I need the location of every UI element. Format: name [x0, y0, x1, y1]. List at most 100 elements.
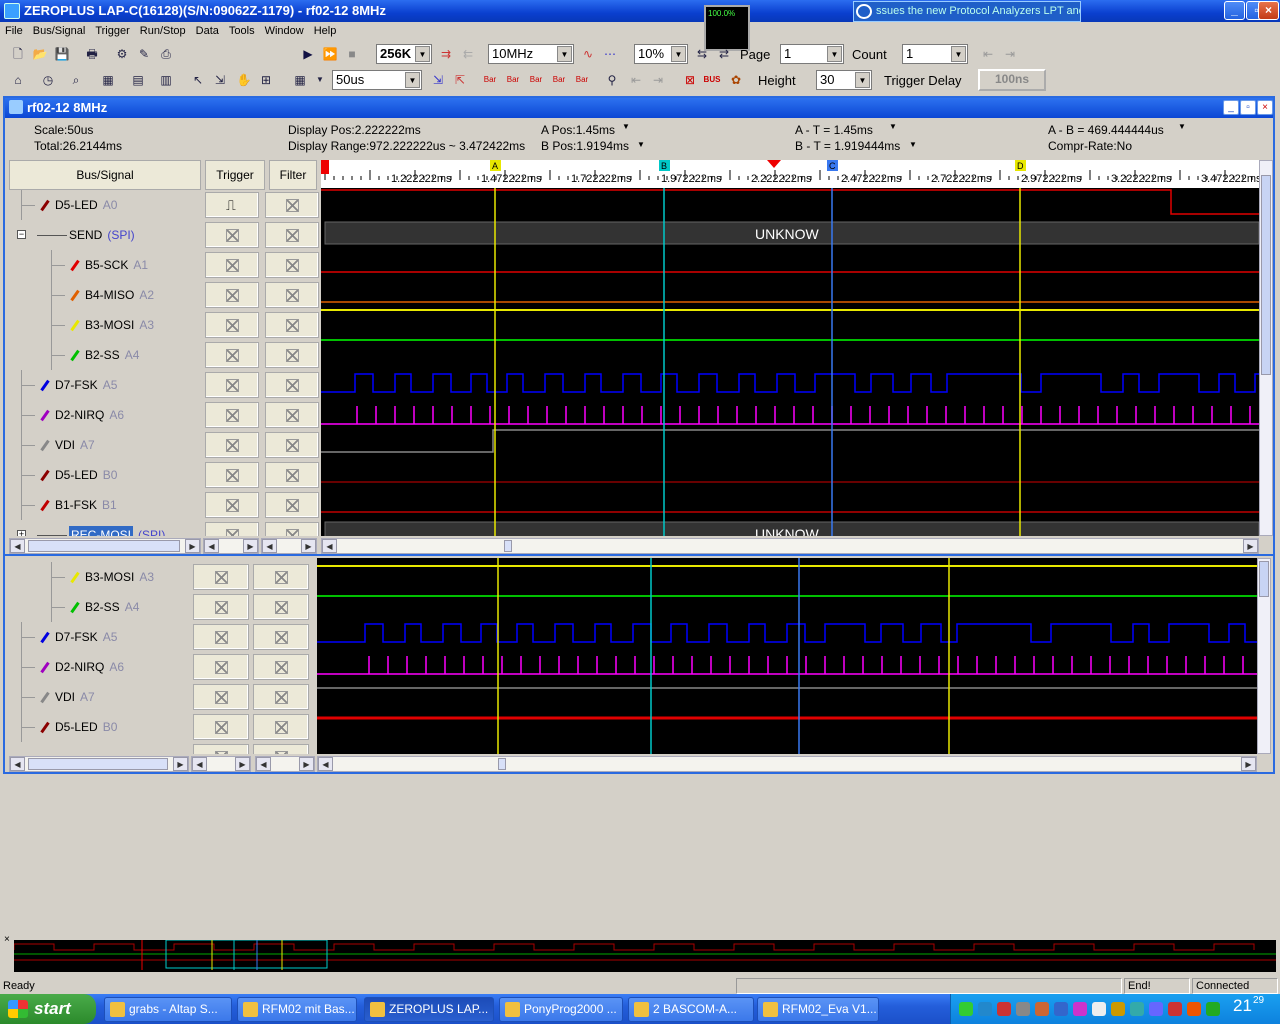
filter-cell[interactable]	[265, 492, 319, 518]
waveform-view-2[interactable]	[317, 558, 1257, 754]
signal-row[interactable]: B4-MISO A2	[9, 280, 199, 310]
signal-row[interactable]: D2-NIRQ A6	[9, 652, 193, 682]
trigger-cell[interactable]	[205, 402, 259, 428]
trigger-cell[interactable]	[193, 744, 249, 754]
signal-row[interactable]: B3-MOSI A3	[9, 562, 193, 592]
trigger-marker[interactable]	[321, 160, 329, 174]
expand-icon[interactable]: +	[17, 530, 26, 536]
overview-strip[interactable]: ×	[2, 932, 1278, 974]
tray-icon[interactable]	[1016, 1002, 1030, 1016]
tray-icon[interactable]	[1111, 1002, 1125, 1016]
filter-cell[interactable]	[265, 342, 319, 368]
signal-hscroll[interactable]: ◀ ▶	[9, 538, 201, 554]
bar-a-icon[interactable]: Bar	[503, 70, 523, 90]
signal-row[interactable]: VDI A7	[9, 682, 193, 712]
filter-cell[interactable]	[253, 624, 309, 650]
measure-icon[interactable]: ⊞	[256, 70, 276, 90]
run-repeat-icon[interactable]: ⏩	[320, 44, 340, 64]
run-icon[interactable]: ▶	[298, 44, 318, 64]
taskbar-item[interactable]: ZEROPLUS LAP...	[364, 997, 494, 1022]
trigger-cell[interactable]	[205, 462, 259, 488]
signal-row[interactable]: D5-LED A0	[9, 190, 199, 220]
waveform-hscroll-2[interactable]: ◀ ▶	[317, 756, 1257, 772]
page-next-icon[interactable]: ⇄	[714, 44, 734, 64]
trigger-delay-button[interactable]: 100ns	[978, 69, 1046, 91]
signal-row[interactable]: B2-SS A4	[9, 340, 199, 370]
doc-maximize-button[interactable]: ▫	[1240, 100, 1256, 115]
page-select[interactable]: 1 ▼	[780, 44, 844, 64]
signal-row[interactable]: B1-FSK B1	[9, 490, 199, 520]
signal-row[interactable]: D7-FSK A5	[9, 622, 193, 652]
menu-help[interactable]: Help	[309, 25, 342, 37]
taskbar-item[interactable]: PonyProg2000 ...	[499, 997, 623, 1022]
trigger-pos-select[interactable]: 10% ▼	[634, 44, 688, 64]
zoom-in-scale-icon[interactable]: ⇲	[428, 70, 448, 90]
menu-bussignal[interactable]: Bus/Signal	[28, 25, 91, 37]
signal-row[interactable]: D2-NIRQ A6	[9, 400, 199, 430]
filter-cell[interactable]	[253, 714, 309, 740]
doc-minimize-button[interactable]: _	[1223, 100, 1239, 115]
signal-row[interactable]: + REC-MOSI (SPI)	[9, 520, 199, 536]
page-left-icon[interactable]: ⇤	[978, 44, 998, 64]
new-icon[interactable]: 🗋	[8, 44, 28, 64]
trigger-hscroll[interactable]: ◀ ▶	[203, 538, 259, 554]
binoculars-icon[interactable]: ⚲	[602, 70, 622, 90]
trigger-hscroll-2[interactable]: ◀ ▶	[191, 756, 251, 772]
trigger-cell[interactable]	[193, 594, 249, 620]
stop-icon[interactable]: ■	[342, 44, 362, 64]
tray-icon[interactable]	[978, 1002, 992, 1016]
signal-row[interactable]: B5-SCK A1	[9, 250, 199, 280]
bar-t-icon[interactable]: Bar	[480, 70, 500, 90]
color-icon[interactable]: ✿	[726, 70, 746, 90]
filter-cell[interactable]	[265, 252, 319, 278]
grid-icon[interactable]: ▦	[98, 70, 118, 90]
waveform-view[interactable]: 1.222222ms 1.472222ms 1.722222ms 1.972222ms…	[321, 160, 1259, 536]
grid2-icon[interactable]: ▤	[128, 70, 148, 90]
tray-icon[interactable]	[1206, 1002, 1220, 1016]
filter-cell[interactable]	[253, 744, 309, 754]
menu-window[interactable]: Window	[260, 25, 309, 37]
scale-select[interactable]: 50us ▼	[332, 70, 422, 90]
clock-select[interactable]: 10MHz ▼	[488, 44, 574, 64]
cursor-icon[interactable]: ↖	[188, 70, 208, 90]
filter-cell[interactable]	[253, 684, 309, 710]
search-icon[interactable]: ⌕	[66, 70, 86, 90]
save-icon[interactable]: 💾	[52, 44, 72, 64]
trigger-cell[interactable]	[205, 432, 259, 458]
select-icon[interactable]: ⇲	[210, 70, 230, 90]
clock-icon[interactable]: ◷	[38, 70, 58, 90]
memory-select[interactable]: 256K ▼	[376, 44, 432, 64]
tray-icon[interactable]	[1130, 1002, 1144, 1016]
print-icon[interactable]: 🖶	[82, 44, 102, 64]
zoom-out-scale-icon[interactable]: ⇱	[450, 70, 470, 90]
filter-cell[interactable]	[265, 282, 319, 308]
trigger-cell[interactable]	[193, 684, 249, 710]
expand-icon[interactable]: −	[17, 230, 26, 239]
tray-icon[interactable]	[1054, 1002, 1068, 1016]
filter-hscroll-2[interactable]: ◀ ▶	[255, 756, 315, 772]
trigger-cell[interactable]	[205, 342, 259, 368]
signal-row[interactable]: − SEND (SPI)	[9, 220, 199, 250]
tray-icon[interactable]	[997, 1002, 1011, 1016]
doc-close-button[interactable]: ×	[1257, 100, 1273, 115]
trigger-cell[interactable]	[205, 372, 259, 398]
filter-hscroll[interactable]: ◀ ▶	[261, 538, 317, 554]
filter-cell[interactable]	[265, 222, 319, 248]
signal-row[interactable]: VDI A7	[9, 430, 199, 460]
menu-data[interactable]: Data	[191, 25, 224, 37]
menu-tools[interactable]: Tools	[224, 25, 260, 37]
bus-signal-header[interactable]: Bus/Signal	[9, 160, 201, 190]
a-t-info[interactable]: A - T = 1.45ms	[795, 122, 873, 138]
close-button[interactable]: ×	[1258, 1, 1279, 20]
filter-header[interactable]: Filter	[269, 160, 317, 190]
trigger-header[interactable]: Trigger	[205, 160, 265, 190]
signal-row[interactable]: B2-SS A4	[9, 592, 193, 622]
waveform-hscroll[interactable]: ◀ ▶	[321, 538, 1259, 554]
page-prev-icon[interactable]: ⇆	[692, 44, 712, 64]
trigger-cell[interactable]	[205, 222, 259, 248]
trigger-cell[interactable]	[205, 282, 259, 308]
taskbar-item[interactable]: 2 BASCOM-A...	[628, 997, 754, 1022]
start-button[interactable]: start	[0, 994, 96, 1024]
zoom-in-icon[interactable]: ⇉	[436, 44, 456, 64]
signal-hscroll-2[interactable]: ◀ ▶	[9, 756, 189, 772]
